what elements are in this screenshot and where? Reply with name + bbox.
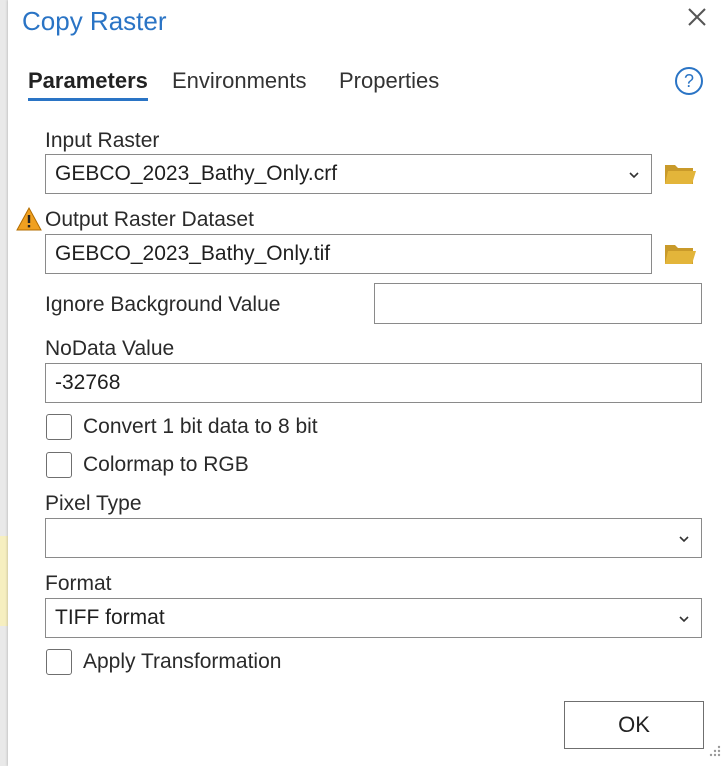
input-raster-value: GEBCO_2023_Bathy_Only.crf [55,162,338,185]
format-dropdown[interactable]: TIFF format [45,598,702,638]
input-raster-browse-button[interactable] [663,159,697,189]
dialog-title: Copy Raster [22,6,167,36]
ignore-background-label: Ignore Background Value [45,293,281,316]
folder-icon [665,245,696,264]
background-highlight [0,536,8,626]
pixel-type-label: Pixel Type [45,492,142,515]
convert-bit-label: Convert 1 bit data to 8 bit [83,415,318,438]
tab-properties[interactable]: Properties [339,66,439,96]
warning-indicator [15,206,43,232]
pixel-type-dropdown[interactable] [45,518,702,558]
colormap-rgb-checkbox[interactable] [46,452,72,478]
close-button[interactable] [684,4,710,30]
folder-icon [665,165,696,184]
output-raster-value: GEBCO_2023_Bathy_Only.tif [55,242,331,265]
resize-grip-icon[interactable] [708,744,722,758]
nodata-input[interactable]: -32768 [45,363,702,403]
ok-button[interactable]: OK [564,701,704,749]
convert-bit-checkbox[interactable] [46,414,72,440]
output-raster-browse-button[interactable] [663,239,697,269]
tab-parameters[interactable]: Parameters [28,66,148,101]
background-window [0,0,8,766]
input-raster-dropdown[interactable]: GEBCO_2023_Bathy_Only.crf [45,154,652,194]
ignore-background-input[interactable] [374,283,702,324]
svg-text:?: ? [684,71,694,91]
tab-environments[interactable]: Environments [172,66,307,96]
nodata-label: NoData Value [45,337,175,360]
format-value: TIFF format [55,606,165,629]
warning-icon [16,206,42,231]
apply-transformation-label: Apply Transformation [83,650,282,673]
help-button[interactable]: ? [674,66,704,96]
chevron-down-icon [679,536,689,543]
input-raster-label: Input Raster [45,129,160,152]
nodata-value: -32768 [55,371,121,394]
output-raster-label: Output Raster Dataset [45,208,254,231]
output-raster-input[interactable]: GEBCO_2023_Bathy_Only.tif [45,234,652,274]
copy-raster-dialog: Copy Raster Parameters Environments Prop… [8,0,722,766]
format-label: Format [45,572,112,595]
chevron-down-icon [629,172,639,179]
chevron-down-icon [679,616,689,623]
colormap-rgb-label: Colormap to RGB [83,453,249,476]
close-icon [688,8,706,26]
help-icon: ? [675,67,703,95]
apply-transformation-checkbox[interactable] [46,649,72,675]
